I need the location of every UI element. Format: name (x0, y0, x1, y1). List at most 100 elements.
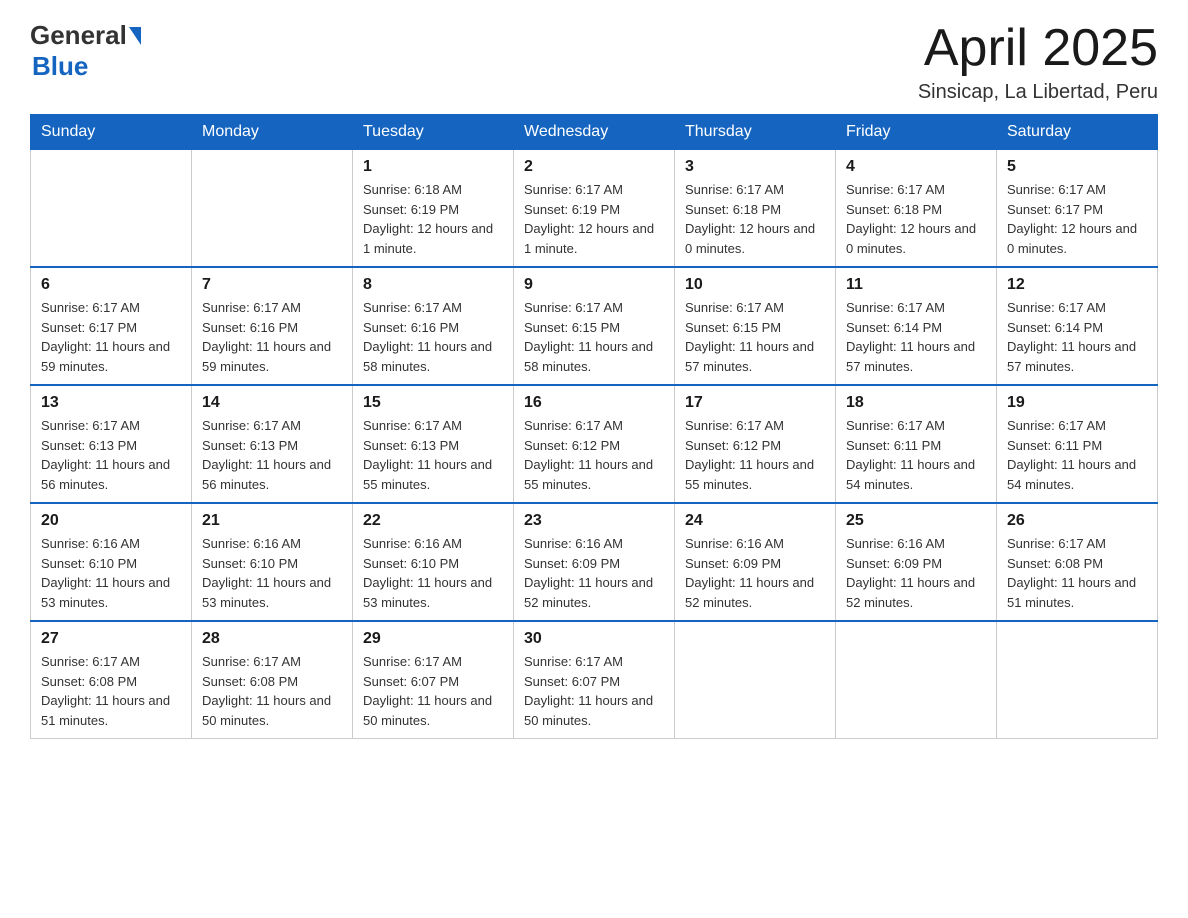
calendar-day-cell: 1 Sunrise: 6:18 AM Sunset: 6:19 PM Daylig… (353, 150, 514, 268)
day-of-week-header: Saturday (997, 115, 1158, 150)
logo: General Blue (30, 20, 143, 82)
day-info: Sunrise: 6:17 AM Sunset: 6:14 PM Dayligh… (1007, 298, 1147, 376)
calendar-day-cell: 23 Sunrise: 6:16 AM Sunset: 6:09 PM Dayli… (514, 503, 675, 621)
day-of-week-header: Friday (836, 115, 997, 150)
calendar-day-cell: 2 Sunrise: 6:17 AM Sunset: 6:19 PM Daylig… (514, 150, 675, 268)
day-of-week-header: Sunday (31, 115, 192, 150)
calendar-day-cell: 22 Sunrise: 6:16 AM Sunset: 6:10 PM Dayli… (353, 503, 514, 621)
day-number: 28 (202, 630, 342, 648)
day-info: Sunrise: 6:17 AM Sunset: 6:15 PM Dayligh… (524, 298, 664, 376)
day-number: 17 (685, 394, 825, 412)
logo-arrow-icon (129, 27, 141, 45)
month-year-title: April 2025 (918, 20, 1158, 77)
calendar-day-cell (31, 150, 192, 268)
calendar-week-row: 20 Sunrise: 6:16 AM Sunset: 6:10 PM Dayli… (31, 503, 1158, 621)
title-block: April 2025 Sinsicap, La Libertad, Peru (918, 20, 1158, 104)
calendar-day-cell (997, 621, 1158, 739)
day-info: Sunrise: 6:18 AM Sunset: 6:19 PM Dayligh… (363, 180, 503, 258)
day-info: Sunrise: 6:17 AM Sunset: 6:16 PM Dayligh… (202, 298, 342, 376)
day-number: 18 (846, 394, 986, 412)
logo-general-text: General (30, 20, 127, 51)
day-number: 13 (41, 394, 181, 412)
calendar-day-cell: 13 Sunrise: 6:17 AM Sunset: 6:13 PM Dayli… (31, 385, 192, 503)
day-number: 9 (524, 276, 664, 294)
day-info: Sunrise: 6:16 AM Sunset: 6:10 PM Dayligh… (363, 534, 503, 612)
day-number: 14 (202, 394, 342, 412)
day-info: Sunrise: 6:16 AM Sunset: 6:10 PM Dayligh… (41, 534, 181, 612)
calendar-day-cell: 4Sunrise: 6:17 AM Sunset: 6:18 PM Daylig… (836, 150, 997, 268)
day-info: Sunrise: 6:17 AM Sunset: 6:07 PM Dayligh… (363, 652, 503, 730)
calendar-day-cell (836, 621, 997, 739)
day-info: Sunrise: 6:17 AM Sunset: 6:16 PM Dayligh… (363, 298, 503, 376)
day-info: Sunrise: 6:17 AM Sunset: 6:13 PM Dayligh… (41, 416, 181, 494)
day-info: Sunrise: 6:16 AM Sunset: 6:10 PM Dayligh… (202, 534, 342, 612)
calendar-table: SundayMondayTuesdayWednesdayThursdayFrid… (30, 114, 1158, 739)
day-info: Sunrise: 6:17 AM Sunset: 6:17 PM Dayligh… (41, 298, 181, 376)
location-subtitle: Sinsicap, La Libertad, Peru (918, 81, 1158, 104)
page-header: General Blue April 2025 Sinsicap, La Lib… (30, 20, 1158, 104)
calendar-day-cell: 18 Sunrise: 6:17 AM Sunset: 6:11 PM Dayli… (836, 385, 997, 503)
day-info: Sunrise: 6:17 AM Sunset: 6:07 PM Dayligh… (524, 652, 664, 730)
calendar-day-cell: 20 Sunrise: 6:16 AM Sunset: 6:10 PM Dayli… (31, 503, 192, 621)
calendar-day-cell: 11Sunrise: 6:17 AM Sunset: 6:14 PM Dayli… (836, 267, 997, 385)
day-number: 5 (1007, 158, 1147, 176)
day-number: 8 (363, 276, 503, 294)
calendar-day-cell: 30 Sunrise: 6:17 AM Sunset: 6:07 PM Dayli… (514, 621, 675, 739)
calendar-day-cell: 3Sunrise: 6:17 AM Sunset: 6:18 PM Daylig… (675, 150, 836, 268)
logo-blue-text: Blue (32, 51, 88, 81)
day-number: 7 (202, 276, 342, 294)
day-of-week-header: Wednesday (514, 115, 675, 150)
day-number: 29 (363, 630, 503, 648)
day-info: Sunrise: 6:17 AM Sunset: 6:14 PM Dayligh… (846, 298, 986, 376)
day-number: 12 (1007, 276, 1147, 294)
day-info: Sunrise: 6:17 AM Sunset: 6:11 PM Dayligh… (846, 416, 986, 494)
day-number: 20 (41, 512, 181, 530)
calendar-day-cell (675, 621, 836, 739)
day-info: Sunrise: 6:17 AM Sunset: 6:12 PM Dayligh… (524, 416, 664, 494)
calendar-day-cell: 27Sunrise: 6:17 AM Sunset: 6:08 PM Dayli… (31, 621, 192, 739)
day-of-week-header: Monday (192, 115, 353, 150)
day-number: 22 (363, 512, 503, 530)
calendar-header-row: SundayMondayTuesdayWednesdayThursdayFrid… (31, 115, 1158, 150)
day-number: 25 (846, 512, 986, 530)
day-of-week-header: Tuesday (353, 115, 514, 150)
day-info: Sunrise: 6:17 AM Sunset: 6:08 PM Dayligh… (202, 652, 342, 730)
calendar-day-cell: 29 Sunrise: 6:17 AM Sunset: 6:07 PM Dayli… (353, 621, 514, 739)
day-number: 23 (524, 512, 664, 530)
calendar-day-cell: 10 Sunrise: 6:17 AM Sunset: 6:15 PM Dayli… (675, 267, 836, 385)
day-number: 1 (363, 158, 503, 176)
day-info: Sunrise: 6:17 AM Sunset: 6:13 PM Dayligh… (363, 416, 503, 494)
calendar-day-cell: 17Sunrise: 6:17 AM Sunset: 6:12 PM Dayli… (675, 385, 836, 503)
day-number: 24 (685, 512, 825, 530)
day-number: 2 (524, 158, 664, 176)
day-number: 15 (363, 394, 503, 412)
calendar-day-cell: 8 Sunrise: 6:17 AM Sunset: 6:16 PM Daylig… (353, 267, 514, 385)
day-number: 26 (1007, 512, 1147, 530)
day-info: Sunrise: 6:16 AM Sunset: 6:09 PM Dayligh… (524, 534, 664, 612)
calendar-week-row: 13 Sunrise: 6:17 AM Sunset: 6:13 PM Dayli… (31, 385, 1158, 503)
day-info: Sunrise: 6:17 AM Sunset: 6:08 PM Dayligh… (1007, 534, 1147, 612)
day-number: 6 (41, 276, 181, 294)
day-of-week-header: Thursday (675, 115, 836, 150)
calendar-week-row: 6 Sunrise: 6:17 AM Sunset: 6:17 PM Daylig… (31, 267, 1158, 385)
calendar-day-cell: 12 Sunrise: 6:17 AM Sunset: 6:14 PM Dayli… (997, 267, 1158, 385)
calendar-day-cell: 26 Sunrise: 6:17 AM Sunset: 6:08 PM Dayli… (997, 503, 1158, 621)
day-info: Sunrise: 6:17 AM Sunset: 6:17 PM Dayligh… (1007, 180, 1147, 258)
day-number: 19 (1007, 394, 1147, 412)
calendar-day-cell: 9 Sunrise: 6:17 AM Sunset: 6:15 PM Daylig… (514, 267, 675, 385)
calendar-day-cell: 5 Sunrise: 6:17 AM Sunset: 6:17 PM Daylig… (997, 150, 1158, 268)
day-number: 3 (685, 158, 825, 176)
calendar-week-row: 27Sunrise: 6:17 AM Sunset: 6:08 PM Dayli… (31, 621, 1158, 739)
day-number: 21 (202, 512, 342, 530)
day-number: 16 (524, 394, 664, 412)
day-info: Sunrise: 6:17 AM Sunset: 6:19 PM Dayligh… (524, 180, 664, 258)
calendar-day-cell (192, 150, 353, 268)
day-info: Sunrise: 6:17 AM Sunset: 6:18 PM Dayligh… (846, 180, 986, 258)
day-info: Sunrise: 6:17 AM Sunset: 6:08 PM Dayligh… (41, 652, 181, 730)
day-number: 30 (524, 630, 664, 648)
calendar-day-cell: 21 Sunrise: 6:16 AM Sunset: 6:10 PM Dayli… (192, 503, 353, 621)
calendar-week-row: 1 Sunrise: 6:18 AM Sunset: 6:19 PM Daylig… (31, 150, 1158, 268)
calendar-day-cell: 15 Sunrise: 6:17 AM Sunset: 6:13 PM Dayli… (353, 385, 514, 503)
day-info: Sunrise: 6:17 AM Sunset: 6:15 PM Dayligh… (685, 298, 825, 376)
day-number: 10 (685, 276, 825, 294)
